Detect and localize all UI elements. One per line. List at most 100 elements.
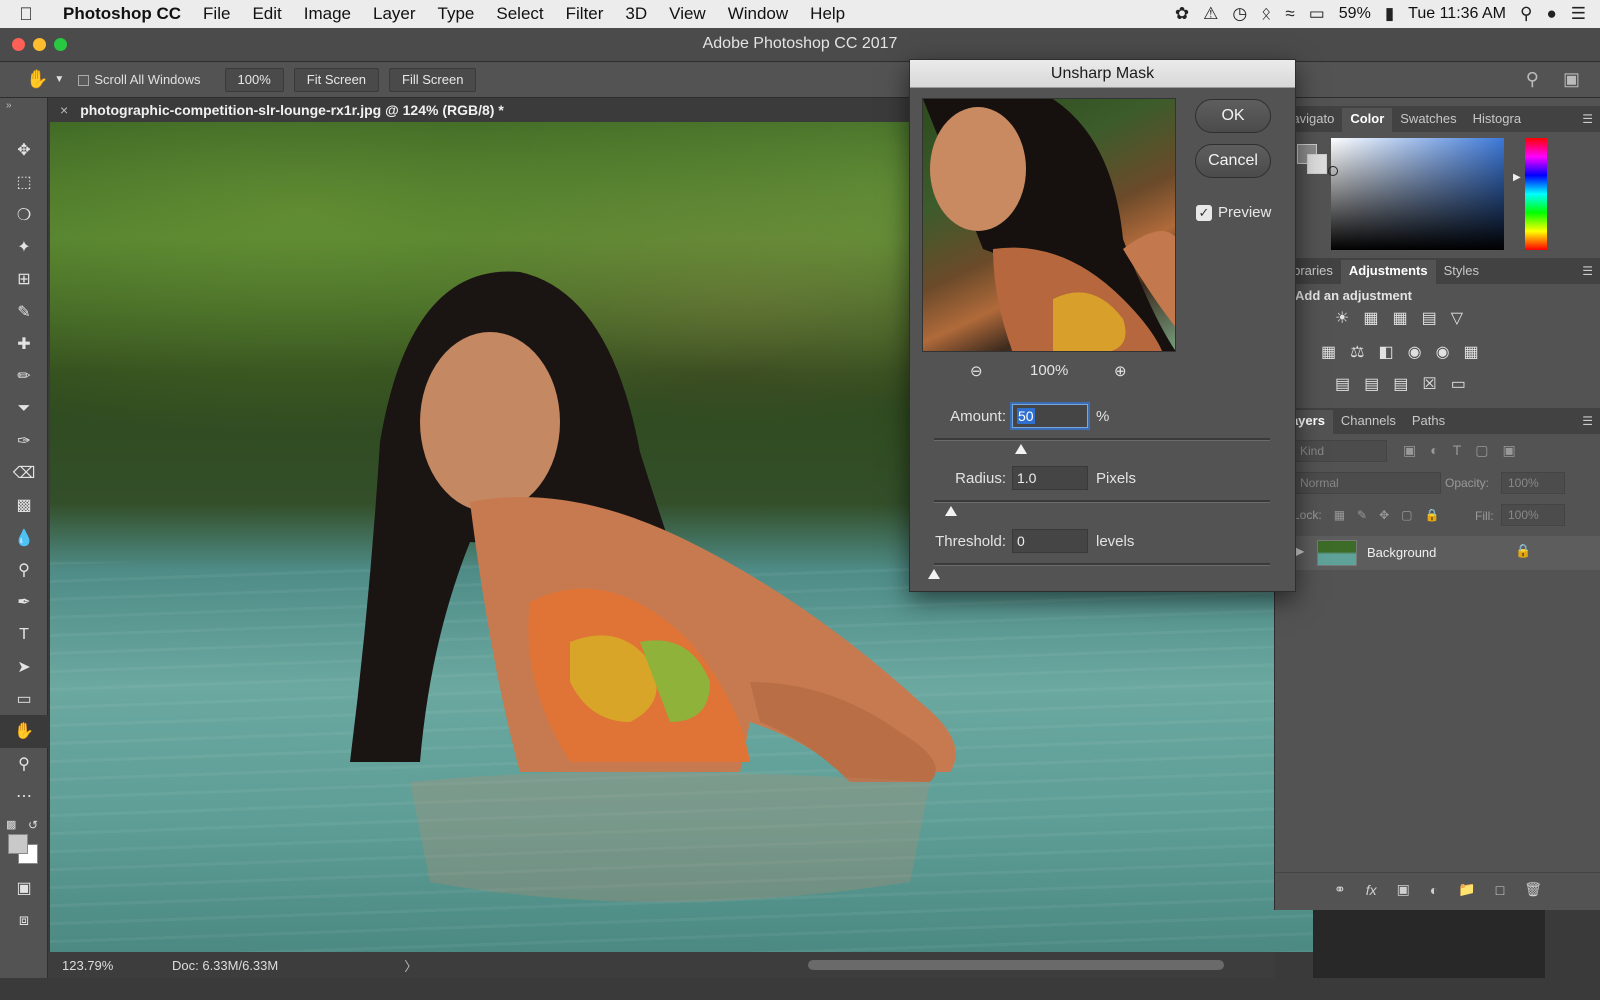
search-icon[interactable]: ⚲: [1526, 69, 1539, 90]
lasso-tool-icon[interactable]: ❍: [0, 199, 48, 231]
cancel-button[interactable]: Cancel: [1195, 144, 1271, 178]
chevron-down-icon[interactable]: ▼: [54, 74, 64, 85]
radius-input[interactable]: 1.0: [1012, 466, 1088, 490]
curves-icon[interactable]: ▦: [1392, 308, 1407, 328]
hue-saturation-icon[interactable]: ▦: [1321, 342, 1336, 362]
eraser-tool-icon[interactable]: ⌫: [0, 457, 48, 489]
menu-image[interactable]: Image: [293, 4, 362, 24]
airplay-icon[interactable]: ▭: [1309, 4, 1325, 24]
new-layer-icon[interactable]: □: [1496, 882, 1504, 898]
lock-transparent-icon[interactable]: ▦: [1334, 508, 1345, 522]
bluetooth-icon[interactable]: ᛟ: [1261, 4, 1271, 24]
battery-icon[interactable]: ▮: [1385, 4, 1394, 24]
quick-mask-icon[interactable]: ▣: [0, 872, 48, 904]
menu-layer[interactable]: Layer: [362, 4, 427, 24]
amount-slider-thumb[interactable]: [1015, 444, 1028, 454]
exposure-icon[interactable]: ▤: [1422, 308, 1437, 328]
clock[interactable]: Tue 11:36 AM: [1408, 5, 1506, 23]
color-field[interactable]: [1331, 138, 1504, 250]
fill-field[interactable]: 100%: [1501, 504, 1565, 526]
link-layers-icon[interactable]: ⚭: [1334, 881, 1346, 898]
threshold-slider[interactable]: [928, 563, 1270, 579]
fill-screen-button[interactable]: Fill Screen: [389, 67, 477, 92]
menu-3d[interactable]: 3D: [614, 4, 658, 24]
pen-tool-icon[interactable]: ✒: [0, 586, 48, 618]
smart-object-filter-icon[interactable]: ▣: [1503, 442, 1516, 459]
default-colors-icon[interactable]: ▩: [6, 818, 16, 831]
radius-slider[interactable]: [934, 500, 1270, 516]
hand-tool-preset-icon[interactable]: ✋: [26, 69, 48, 90]
shape-filter-icon[interactable]: ▢: [1475, 442, 1488, 459]
threshold-input[interactable]: 0: [1012, 529, 1088, 553]
expand-layer-icon[interactable]: ▶: [1295, 544, 1304, 558]
black-white-icon[interactable]: ◧: [1378, 342, 1393, 362]
new-group-icon[interactable]: 📁: [1458, 881, 1475, 898]
lock-artboard-icon[interactable]: ▢: [1401, 508, 1412, 522]
status-menu-arrow-icon[interactable]: 〉: [404, 956, 417, 975]
blur-tool-icon[interactable]: 💧: [0, 522, 48, 554]
more-tools-icon[interactable]: ⋯: [0, 780, 48, 812]
menu-window[interactable]: Window: [717, 4, 799, 24]
siri-icon[interactable]: ●: [1546, 4, 1556, 24]
marquee-tool-icon[interactable]: ⬚: [0, 166, 48, 198]
menu-app-name[interactable]: Photoshop CC: [52, 4, 192, 24]
levels-icon[interactable]: ▦: [1363, 308, 1378, 328]
menu-filter[interactable]: Filter: [555, 4, 615, 24]
eyedropper-tool-icon[interactable]: ✎: [0, 295, 48, 327]
zoom-100-button[interactable]: 100%: [224, 67, 284, 92]
pixel-filter-icon[interactable]: ▣: [1403, 442, 1416, 459]
threshold-icon[interactable]: ▤: [1393, 374, 1408, 394]
wifi-icon[interactable]: ≈: [1285, 4, 1294, 24]
add-mask-icon[interactable]: ▣: [1397, 881, 1410, 898]
apple-icon[interactable]: : [0, 4, 52, 25]
creative-cloud-icon[interactable]: ✿: [1175, 4, 1189, 24]
vibrance-icon[interactable]: ▽: [1451, 308, 1463, 328]
lock-position-icon[interactable]: ✥: [1379, 508, 1389, 522]
layer-row[interactable]: ▶ Background 🔒: [1275, 536, 1600, 570]
amount-slider[interactable]: [934, 438, 1270, 454]
preview-label[interactable]: Preview: [1218, 204, 1271, 221]
threshold-slider-thumb[interactable]: [928, 569, 940, 579]
gradient-tool-icon[interactable]: ▩: [0, 489, 48, 521]
hue-slider[interactable]: [1525, 138, 1547, 250]
menu-file[interactable]: File: [192, 4, 241, 24]
menu-help[interactable]: Help: [799, 4, 856, 24]
posterize-icon[interactable]: ▤: [1364, 374, 1379, 394]
hue-slider-arrow-icon[interactable]: ▶: [1513, 172, 1521, 183]
type-filter-icon[interactable]: T: [1453, 442, 1462, 459]
hand-tool-icon[interactable]: ✋: [0, 715, 48, 748]
dialog-preview-image[interactable]: [922, 98, 1176, 352]
color-picker-marker[interactable]: [1328, 166, 1338, 176]
zoom-level[interactable]: 123.79%: [62, 958, 162, 973]
color-lookup-icon[interactable]: ▦: [1464, 342, 1479, 362]
lock-image-icon[interactable]: ✎: [1357, 508, 1367, 522]
brush-tool-icon[interactable]: ✏: [0, 360, 48, 392]
foreground-color-swatch[interactable]: [8, 834, 28, 855]
lock-all-icon[interactable]: 🔒: [1425, 508, 1440, 522]
type-tool-icon[interactable]: T: [0, 618, 48, 650]
path-selection-tool-icon[interactable]: ➤: [0, 651, 48, 683]
fit-screen-button[interactable]: Fit Screen: [293, 67, 380, 92]
layer-name[interactable]: Background: [1367, 545, 1436, 560]
layer-style-icon[interactable]: fx: [1366, 882, 1377, 898]
channel-mixer-icon[interactable]: ◉: [1436, 342, 1450, 362]
menu-type[interactable]: Type: [427, 4, 486, 24]
ok-button[interactable]: OK: [1195, 99, 1271, 133]
menu-select[interactable]: Select: [485, 4, 554, 24]
dialog-title[interactable]: Unsharp Mask: [910, 60, 1295, 88]
adjustment-filter-icon[interactable]: ◐: [1430, 442, 1438, 459]
alert-icon[interactable]: ⚠: [1203, 4, 1218, 24]
zoom-out-icon[interactable]: ⊖: [970, 362, 983, 380]
photo-filter-icon[interactable]: ◉: [1408, 342, 1422, 362]
zoom-tool-icon[interactable]: ⚲: [0, 748, 48, 780]
radius-slider-thumb[interactable]: [944, 506, 957, 516]
menu-view[interactable]: View: [658, 4, 717, 24]
selective-color-icon[interactable]: ☒: [1422, 374, 1436, 394]
blend-mode-select[interactable]: Normal: [1293, 472, 1441, 494]
clone-stamp-tool-icon[interactable]: ⏷: [0, 392, 48, 424]
amount-input[interactable]: 50: [1012, 404, 1088, 428]
close-document-icon[interactable]: ×: [60, 102, 68, 118]
scroll-all-windows-checkbox[interactable]: Scroll All Windows: [78, 72, 201, 87]
tab-swatches[interactable]: Swatches: [1392, 108, 1464, 132]
color-panel-background[interactable]: [1307, 154, 1327, 174]
